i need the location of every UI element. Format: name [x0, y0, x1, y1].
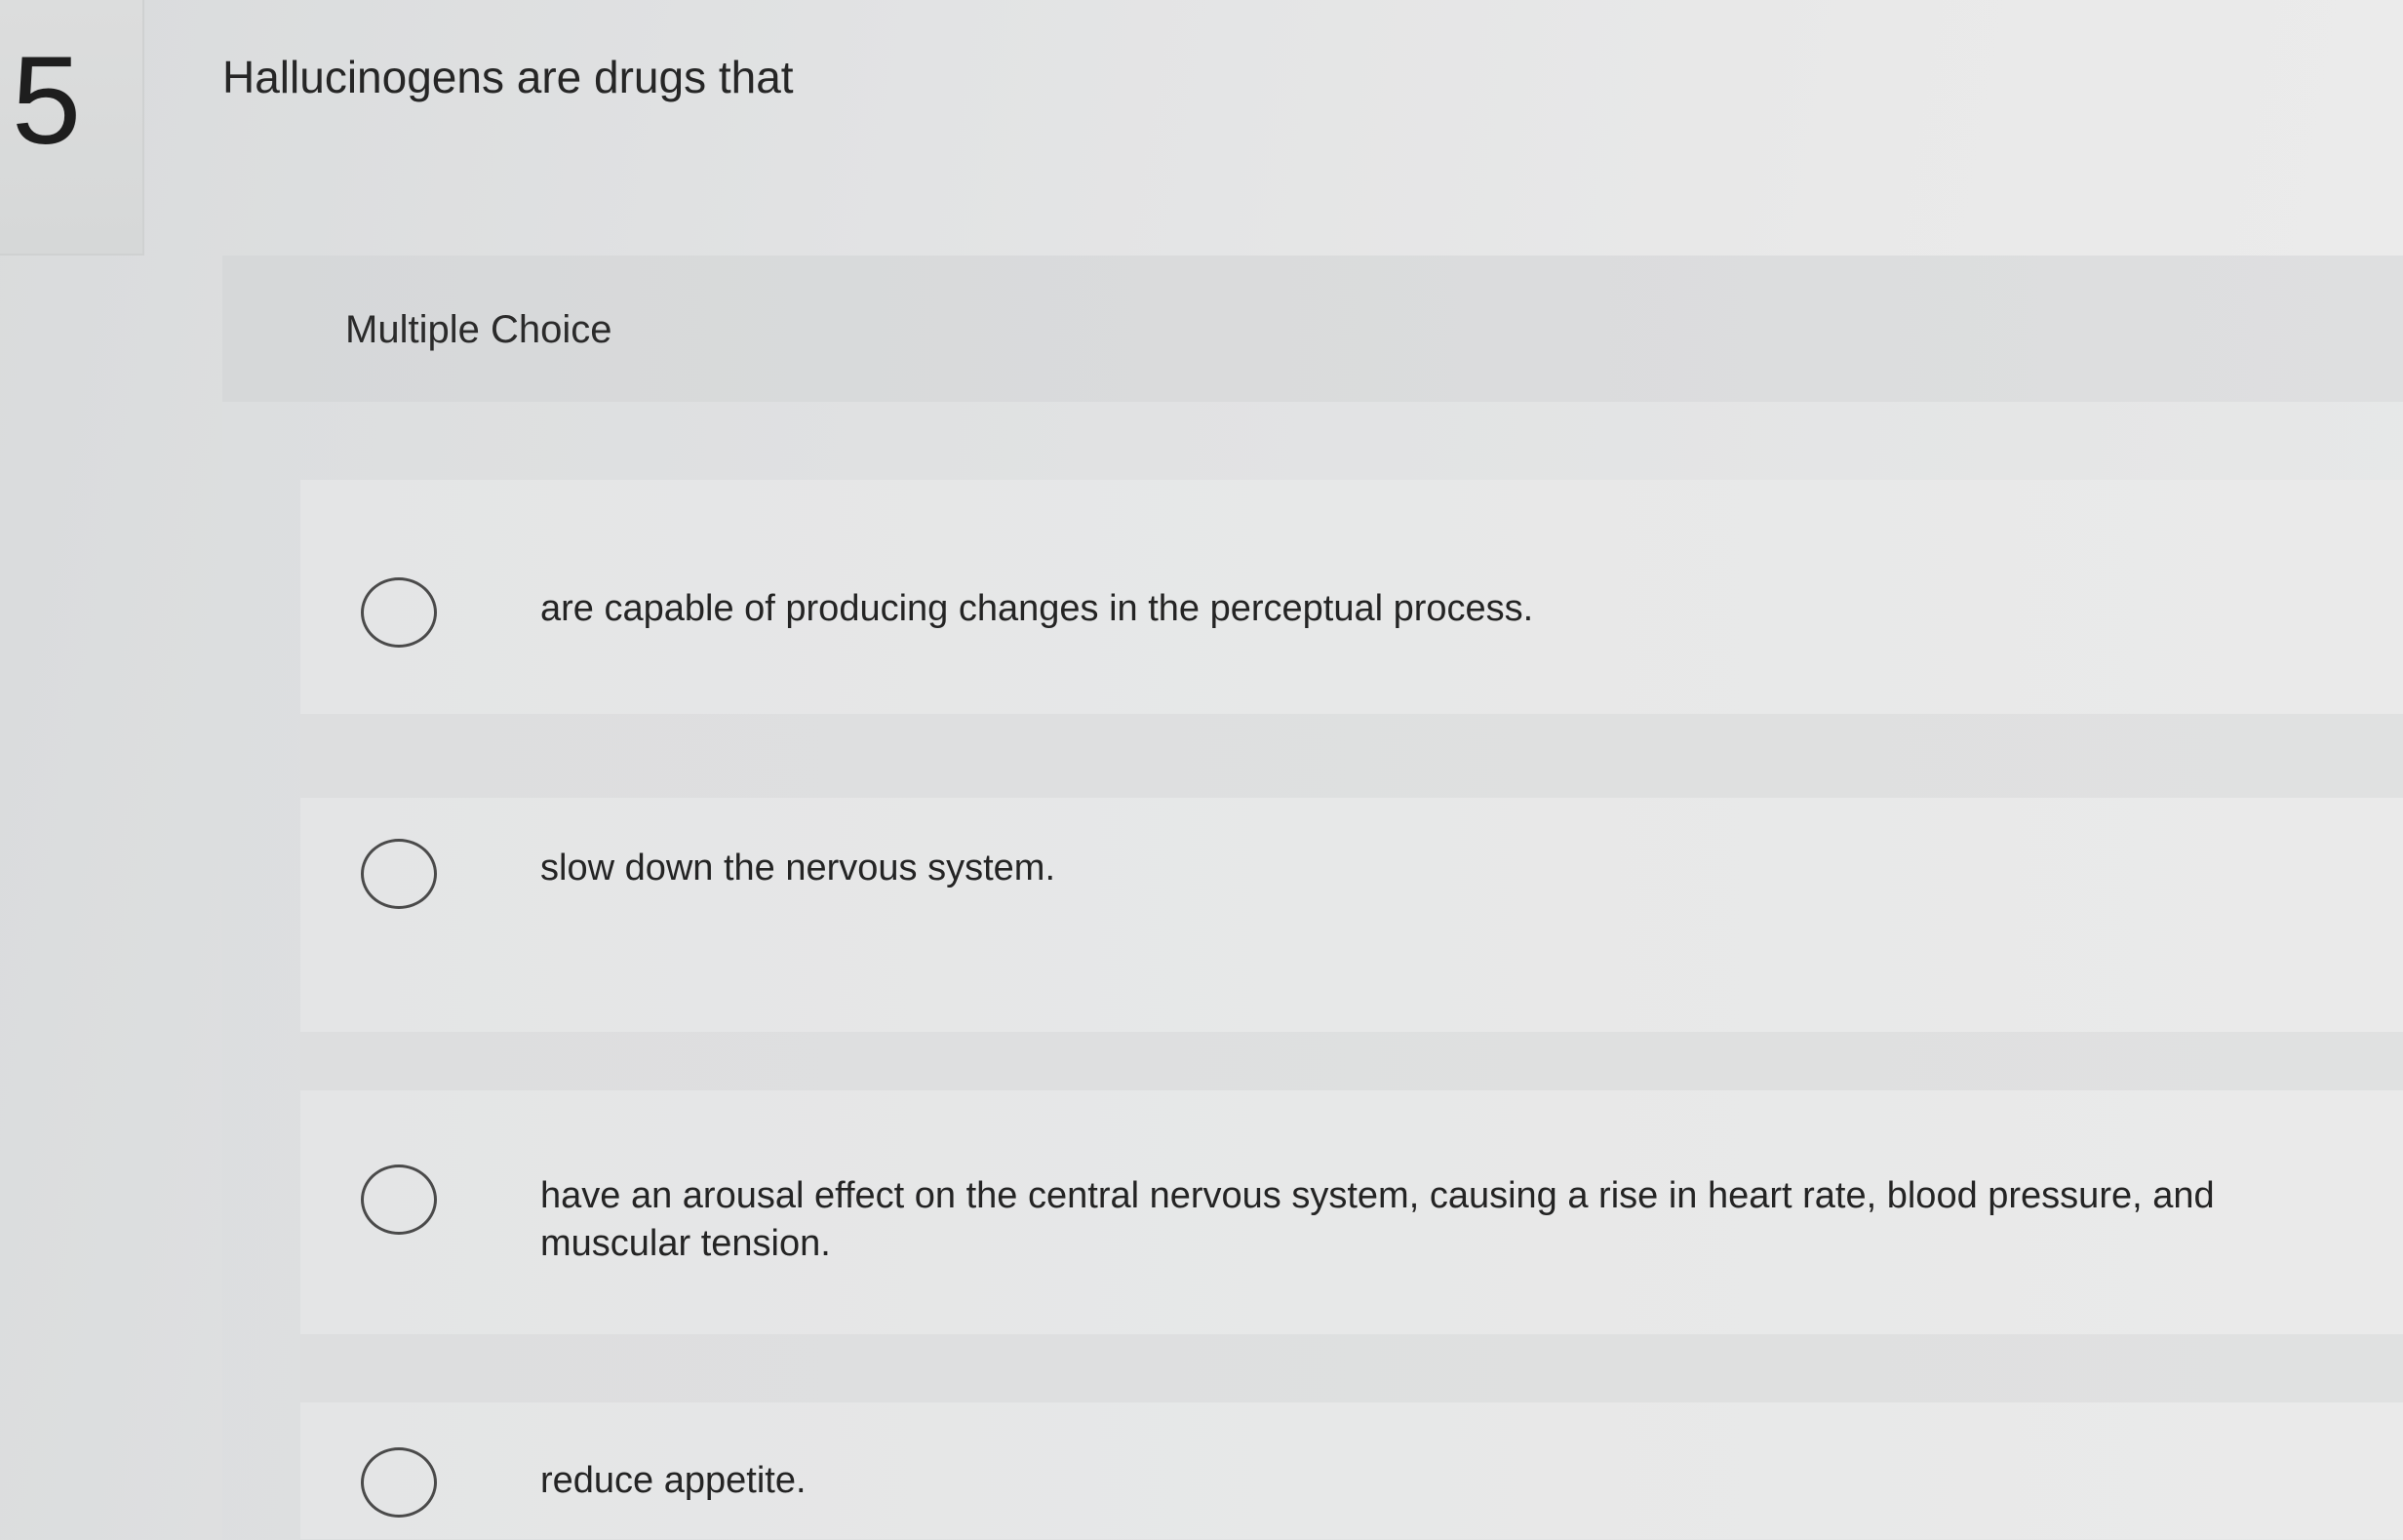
answer-option-3[interactable]: have an arousal effect on the central ne… — [300, 1090, 2403, 1334]
radio-button-option-2[interactable] — [361, 839, 437, 909]
question-panel: Multiple Choice are capable of producing… — [222, 256, 2403, 1540]
answer-option-1[interactable]: are capable of producing changes in the … — [300, 480, 2403, 714]
radio-button-option-4[interactable] — [361, 1447, 437, 1518]
question-prompt: Hallucinogens are drugs that — [222, 52, 794, 102]
radio-button-option-3[interactable] — [361, 1165, 437, 1235]
answer-option-2[interactable]: slow down the nervous system. — [300, 798, 2403, 1032]
question-number: 5 — [12, 31, 82, 171]
radio-button-option-1[interactable] — [361, 577, 437, 648]
choice-type-label: Multiple Choice — [345, 308, 612, 351]
option-label-4[interactable]: reduce appetite. — [540, 1457, 2335, 1505]
option-divider — [300, 1032, 2403, 1090]
panel-header: Multiple Choice — [222, 256, 2403, 402]
option-label-1[interactable]: are capable of producing changes in the … — [540, 585, 2335, 633]
option-label-2[interactable]: slow down the nervous system. — [540, 845, 2335, 892]
question-number-box: 5 — [0, 0, 144, 256]
answer-option-4[interactable]: reduce appetite. — [300, 1402, 2403, 1539]
option-divider — [300, 714, 2403, 798]
option-label-3[interactable]: have an arousal effect on the central ne… — [540, 1172, 2335, 1267]
option-divider — [300, 1334, 2403, 1402]
